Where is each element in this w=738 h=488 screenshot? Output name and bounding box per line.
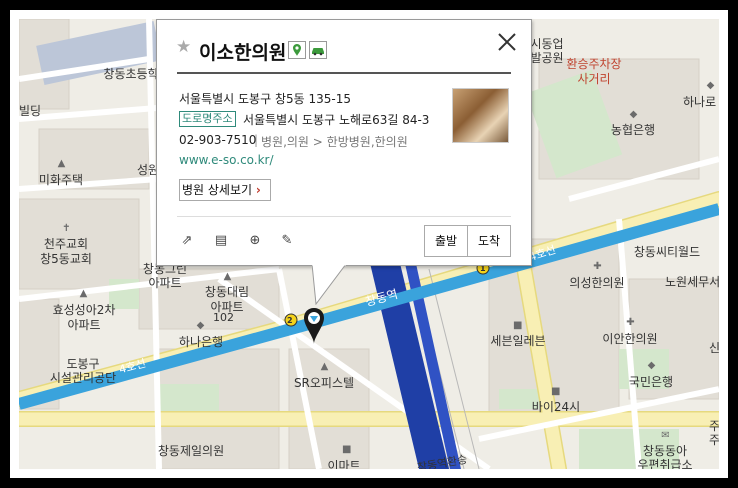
label-sidong-2: 발공원 (530, 51, 564, 65)
chevron-right-icon: › (255, 183, 261, 197)
mart-icon: ■ (342, 444, 352, 455)
label-post-2: 우편취급소 (637, 458, 693, 469)
map-pin-icon[interactable] (303, 307, 325, 345)
place-info-popup: ★ 이소한의원 서울특별시 도봉구 창5동 135-15 도로명주소 서울특별시… (156, 19, 532, 266)
label-hana-left: 하나은행 (178, 335, 224, 349)
label-sidong: 시동업 (530, 37, 564, 51)
label-chang-elem: 창동초등학 (103, 67, 159, 81)
post-icon: ✉ (661, 430, 670, 441)
print-icon[interactable]: ▤ (213, 233, 229, 249)
edit-icon[interactable]: ✎ (279, 233, 295, 249)
road-address-badge: 도로명주소 (179, 111, 236, 127)
label-emart: 이마트 (327, 459, 361, 469)
building-icon: ▲ (57, 158, 66, 169)
label-jup: 주 (709, 433, 719, 447)
label-transfer-2: 사거리 (577, 72, 611, 86)
label-dobong: 도봉구 (66, 357, 100, 371)
title-divider (177, 72, 511, 74)
address: 서울특별시 도봉구 창5동 135-15 (179, 92, 351, 106)
label-jeil: 창동제일의원 (157, 444, 225, 458)
label-dobong-2: 시설관리공단 (49, 371, 117, 385)
building-icon: ▲ (79, 288, 88, 299)
building-icon: ▲ (320, 361, 329, 372)
label-mihwa: 미화주택 (38, 173, 84, 187)
bank-icon: ◆ (629, 109, 638, 120)
label-sr-office: SR오피스텔 (293, 376, 355, 390)
hospital-icon: ✚ (593, 261, 602, 272)
label-euiseong: 의성한의원 (569, 276, 625, 290)
label-hana-right: 하나로 (683, 95, 717, 109)
category-separator: | (254, 133, 259, 147)
place-thumbnail[interactable] (452, 88, 509, 143)
car-icon (309, 41, 327, 59)
arrive-button[interactable]: 도착 (467, 225, 511, 257)
detail-button[interactable]: 병원 상세보기 › (179, 179, 271, 201)
label-city-world: 창동씨티월드 (633, 245, 701, 259)
bank-icon: ◆ (196, 320, 205, 331)
store-icon: ■ (551, 386, 561, 397)
share-icon[interactable]: ⇗ (179, 233, 195, 249)
store-icon: ■ (513, 320, 523, 331)
label-ju: 주 (709, 419, 719, 433)
label-hyoseong: 효성성아2차 (52, 303, 116, 317)
place-title: 이소한의원 (199, 42, 287, 64)
label-green-2: 아파트 (148, 276, 182, 290)
star-icon[interactable]: ★ (176, 37, 191, 57)
label-shin: 신 (709, 341, 719, 355)
label-cheonju: 천주교회 (43, 237, 89, 251)
bank-icon: ◆ (647, 360, 656, 371)
church-icon: ✝ (62, 223, 71, 234)
depart-button[interactable]: 출발 (424, 225, 468, 257)
label-daerim: 창동대림 (204, 285, 250, 299)
phone: 02-903-7510 (179, 133, 257, 147)
map-marker-icon (288, 41, 306, 59)
label-cheonju-2: 창5동교회 (40, 252, 92, 266)
label-ian: 이안한의원 (602, 332, 658, 346)
close-icon[interactable] (496, 31, 518, 53)
label-bai24: 바이24시 (531, 400, 581, 414)
building-icon: ▲ (223, 271, 232, 282)
label-post: 창동동아 (642, 444, 688, 458)
label-hyoseong-2: 아파트 (67, 318, 101, 332)
label-nonghyup: 농협은행 (610, 123, 656, 137)
hospital-icon: ✚ (626, 317, 635, 328)
route-badge-2: 2 (287, 316, 293, 325)
label-nowon-tax: 노원세무서 (665, 275, 719, 289)
detail-button-label: 병원 상세보기 (182, 183, 253, 197)
label-seven: 세븐일레븐 (490, 334, 546, 348)
website-link[interactable]: www.e-so.co.kr/ (179, 153, 274, 167)
label-building: 빌딩 (19, 104, 42, 118)
category: 병원,의원 > 한방병원,한의원 (261, 135, 408, 149)
label-gukmin: 국민은행 (628, 375, 674, 389)
label-102: 102 (213, 311, 234, 324)
popup-pointer (312, 263, 346, 305)
label-transfer: 환승주차장 (566, 57, 622, 71)
bank-icon: ◆ (706, 80, 715, 91)
road-address: 서울특별시 도봉구 노해로63길 84-3 (243, 113, 430, 127)
zoom-icon[interactable]: ⊕ (247, 233, 263, 249)
footer-divider (177, 216, 511, 217)
